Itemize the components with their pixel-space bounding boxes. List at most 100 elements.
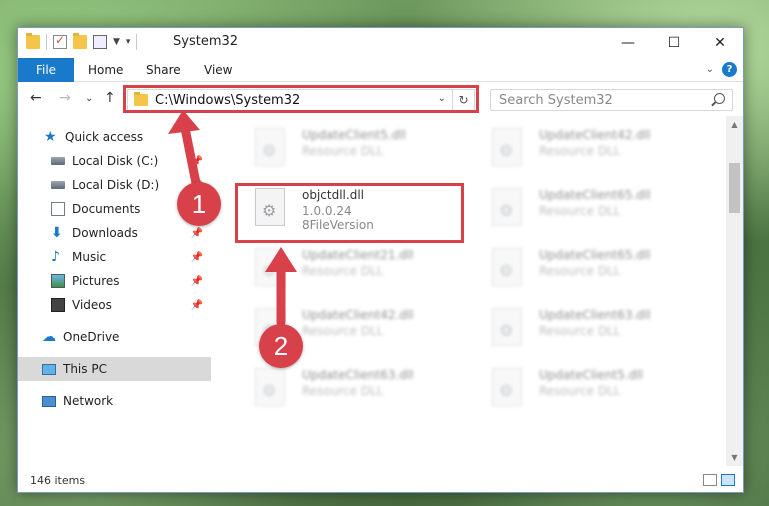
video-icon: [51, 298, 65, 312]
help-icon[interactable]: ?: [722, 62, 737, 77]
chevron-down-icon[interactable]: ▼: [113, 37, 120, 47]
file-description: Resource DLL: [539, 144, 621, 158]
dll-file-icon: [492, 308, 522, 346]
file-item[interactable]: UpdateClient63.dll Resource DLL: [482, 302, 702, 354]
search-input[interactable]: Search System32: [490, 89, 733, 111]
search-placeholder: Search System32: [499, 93, 613, 108]
sidebar-item-this-pc[interactable]: This PC: [18, 357, 211, 381]
file-name: UpdateClient63.dll: [302, 368, 414, 382]
sidebar-item-label: Local Disk (C:): [72, 154, 159, 168]
computer-icon: [42, 363, 56, 375]
customize-icon[interactable]: [93, 35, 107, 49]
dll-file-icon: [255, 368, 285, 406]
address-highlight-box: [123, 85, 479, 113]
details-view-icon[interactable]: [703, 474, 717, 486]
step-1-badge: 1: [177, 182, 221, 226]
dll-file-icon: [255, 128, 285, 166]
file-description: Resource DLL: [302, 384, 384, 398]
sidebar-item-videos[interactable]: Videos 📌: [18, 293, 211, 317]
file-description: Resource DLL: [302, 144, 384, 158]
dll-file-icon: [492, 368, 522, 406]
close-button[interactable]: ✕: [697, 28, 743, 58]
file-item[interactable]: UpdateClient5.dll Resource DLL: [245, 122, 465, 174]
recent-locations-icon[interactable]: ⌄: [85, 93, 93, 104]
new-folder-icon[interactable]: [73, 33, 87, 49]
sidebar-item-music[interactable]: ♪ Music 📌: [18, 245, 211, 269]
sidebar-item-downloads[interactable]: ⬇ Downloads 📌: [18, 221, 211, 245]
ribbon-right-controls: ⌄ ?: [706, 62, 737, 77]
minimize-button[interactable]: —: [605, 28, 651, 58]
star-icon: ★: [44, 129, 57, 145]
vertical-scrollbar[interactable]: ▲ ▼: [726, 116, 743, 466]
pin-icon[interactable]: 📌: [191, 156, 203, 167]
dll-file-icon: [492, 188, 522, 226]
tab-file[interactable]: File: [18, 58, 74, 82]
scroll-down-arrow-icon[interactable]: ▼: [726, 449, 743, 466]
pin-icon[interactable]: 📌: [191, 276, 203, 287]
file-name: UpdateClient65.dll: [539, 248, 651, 262]
file-name: UpdateClient42.dll: [302, 308, 414, 322]
folder-icon[interactable]: [26, 33, 40, 49]
large-icons-view-icon[interactable]: [721, 474, 735, 486]
sidebar-item-label: Local Disk (D:): [72, 178, 160, 192]
ribbon-tabs: File Home Share View ⌄ ?: [18, 58, 743, 82]
sidebar-item-label: Downloads: [72, 226, 138, 240]
file-name: UpdateClient65.dll: [539, 188, 651, 202]
view-toggle: [703, 474, 735, 486]
search-icon[interactable]: [714, 93, 725, 104]
sidebar-item-onedrive[interactable]: ☁ OneDrive: [18, 325, 211, 349]
download-icon: ⬇: [51, 225, 63, 241]
forward-arrow-icon[interactable]: →: [59, 90, 71, 106]
network-icon: [42, 395, 56, 407]
sidebar-item-quick-access[interactable]: ★ Quick access: [18, 125, 211, 149]
quick-access-toolbar: ▼ ▾: [26, 33, 138, 50]
maximize-button[interactable]: ☐: [651, 28, 697, 58]
step-2-badge: 2: [259, 324, 303, 368]
pictures-icon: [51, 274, 65, 288]
disk-icon: [51, 157, 65, 165]
window-controls: — ☐ ✕: [605, 28, 743, 58]
tab-home[interactable]: Home: [88, 58, 123, 82]
file-highlight-box: [235, 183, 464, 243]
pin-icon[interactable]: 📌: [191, 228, 203, 239]
sidebar-item-label: This PC: [63, 362, 107, 376]
scroll-up-arrow-icon[interactable]: ▲: [726, 116, 743, 133]
file-item[interactable]: UpdateClient5.dll Resource DLL: [482, 362, 702, 414]
qat-dropdown-icon[interactable]: ▾: [126, 37, 131, 47]
sidebar-item-local-disk-c[interactable]: Local Disk (C:) 📌: [18, 149, 211, 173]
sidebar-item-network[interactable]: Network: [18, 389, 211, 413]
item-count: 146 items: [30, 474, 86, 487]
file-item[interactable]: UpdateClient65.dll Resource DLL: [482, 242, 702, 294]
back-arrow-icon[interactable]: ←: [30, 90, 42, 106]
sidebar-item-label: Documents: [72, 202, 141, 216]
file-description: Resource DLL: [539, 384, 621, 398]
expand-ribbon-icon[interactable]: ⌄: [706, 64, 714, 75]
file-description: Resource DLL: [302, 324, 384, 338]
up-arrow-icon[interactable]: ↑: [104, 90, 116, 106]
file-item[interactable]: UpdateClient63.dll Resource DLL: [245, 362, 465, 414]
file-description: Resource DLL: [539, 324, 621, 338]
properties-check-icon[interactable]: [53, 33, 67, 49]
status-bar: 146 items: [18, 470, 743, 492]
file-item[interactable]: UpdateClient42.dll Resource DLL: [482, 122, 702, 174]
file-list: UpdateClient5.dll Resource DLL UpdateCli…: [227, 118, 727, 468]
tab-view[interactable]: View: [204, 58, 232, 82]
tab-share[interactable]: Share: [146, 58, 181, 82]
file-name: UpdateClient5.dll: [302, 128, 406, 142]
file-description: Resource DLL: [539, 204, 621, 218]
scroll-thumb[interactable]: [729, 163, 740, 213]
file-name: UpdateClient5.dll: [539, 368, 643, 382]
file-name: UpdateClient63.dll: [539, 308, 651, 322]
file-description: Resource DLL: [302, 264, 384, 278]
file-item[interactable]: UpdateClient21.dll Resource DLL: [245, 242, 465, 294]
pin-icon[interactable]: 📌: [191, 252, 203, 263]
pin-icon[interactable]: 📌: [191, 300, 203, 311]
sidebar-item-label: OneDrive: [63, 330, 120, 344]
file-name: UpdateClient42.dll: [539, 128, 651, 142]
dll-file-icon: [255, 248, 285, 286]
dll-file-icon: [492, 128, 522, 166]
file-item[interactable]: UpdateClient65.dll Resource DLL: [482, 182, 702, 234]
sidebar-item-pictures[interactable]: Pictures 📌: [18, 269, 211, 293]
sidebar-item-label: Videos: [72, 298, 112, 312]
navigation-pane: ★ Quick access Local Disk (C:) 📌 Local D…: [18, 118, 211, 468]
